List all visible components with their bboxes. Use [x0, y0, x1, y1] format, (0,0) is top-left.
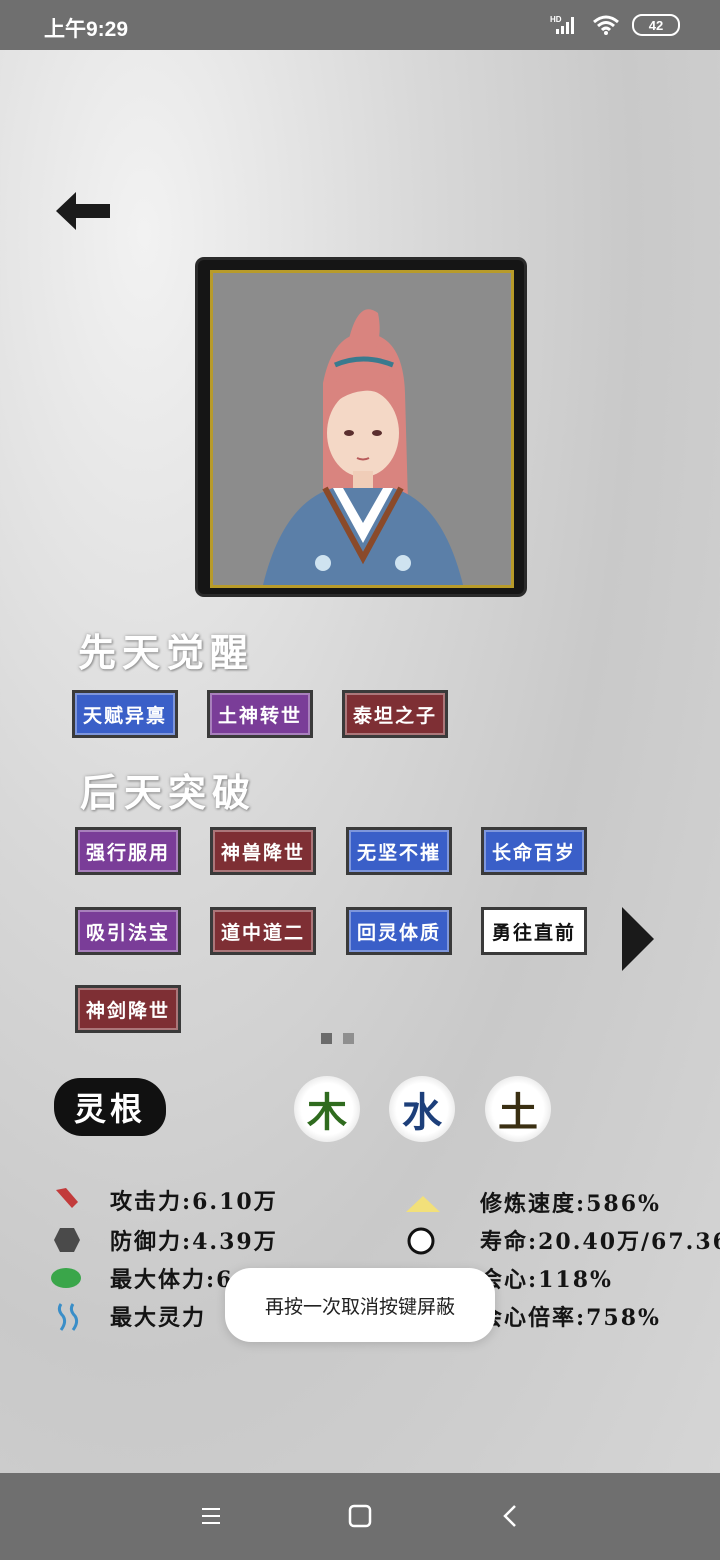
element-water-icon: 水: [389, 1076, 455, 1142]
stat-attack: 攻击力:6.10万: [110, 1189, 278, 1215]
stamina-icon: [51, 1268, 81, 1288]
stat-defense: 防御力:4.39万: [110, 1229, 278, 1255]
breakthrough-tag[interactable]: 长命百岁: [481, 827, 587, 875]
breakthrough-tag[interactable]: 神剑降世: [75, 985, 181, 1033]
breakthrough-tag[interactable]: 道中道二: [210, 907, 316, 955]
breakthrough-title: 后天突破: [80, 770, 257, 815]
awakening-tag[interactable]: 土神转世: [207, 690, 313, 738]
awakening-tag[interactable]: 泰坦之子: [342, 690, 448, 738]
character-portrait: [210, 270, 514, 588]
status-time: 上午9:29: [44, 18, 129, 41]
breakthrough-tag[interactable]: 勇往直前: [481, 907, 587, 955]
character-portrait-frame: [198, 260, 524, 594]
breakthrough-tag[interactable]: 神兽降世: [210, 827, 316, 875]
next-page-arrow-icon[interactable]: [620, 905, 656, 973]
back-arrow-icon[interactable]: [52, 186, 114, 236]
element-wood-icon: 木: [294, 1076, 360, 1142]
awakening-tag[interactable]: 天赋异禀: [72, 690, 178, 738]
signal-icon: HD: [550, 15, 574, 34]
home-icon[interactable]: [345, 1501, 375, 1531]
wifi-icon: [593, 15, 619, 35]
stat-max-spirit: 最大灵力: [110, 1305, 207, 1331]
page-dot[interactable]: [343, 1033, 354, 1044]
lifespan-icon: [407, 1227, 435, 1255]
stat-cultivation-speed: 修炼速度:586%: [480, 1191, 661, 1217]
status-icons: HD 42: [550, 14, 680, 36]
speed-icon: [406, 1196, 440, 1212]
breakthrough-tag[interactable]: 吸引法宝: [75, 907, 181, 955]
toast-message: 再按一次取消按键屏蔽: [225, 1268, 495, 1342]
menu-icon[interactable]: [196, 1501, 226, 1531]
page-indicator: [321, 1033, 354, 1044]
back-icon[interactable]: [496, 1501, 526, 1531]
spirit-icon: [57, 1303, 79, 1331]
svg-text:HD: HD: [550, 15, 562, 24]
stat-lifespan: 寿命:20.40万/67.36万: [480, 1229, 720, 1255]
breakthrough-tag[interactable]: 无坚不摧: [346, 827, 452, 875]
breakthrough-tag[interactable]: 强行服用: [75, 827, 181, 875]
attack-icon: [56, 1188, 78, 1208]
defense-icon: [54, 1228, 80, 1252]
element-earth-icon: 土: [485, 1076, 551, 1142]
awakening-title: 先天觉醒: [78, 630, 255, 675]
battery-icon: 42: [632, 14, 680, 36]
navigation-bar: [0, 1473, 720, 1560]
character-image: [213, 273, 511, 585]
stat-crit-rate: 会心倍率:758%: [480, 1305, 661, 1331]
status-bar: 上午9:29 HD 42: [0, 0, 720, 50]
spirit-root-label: 灵根: [54, 1078, 166, 1136]
page-dot[interactable]: [321, 1033, 332, 1044]
stat-crit: 会心:118%: [480, 1267, 613, 1293]
breakthrough-tag[interactable]: 回灵体质: [346, 907, 452, 955]
